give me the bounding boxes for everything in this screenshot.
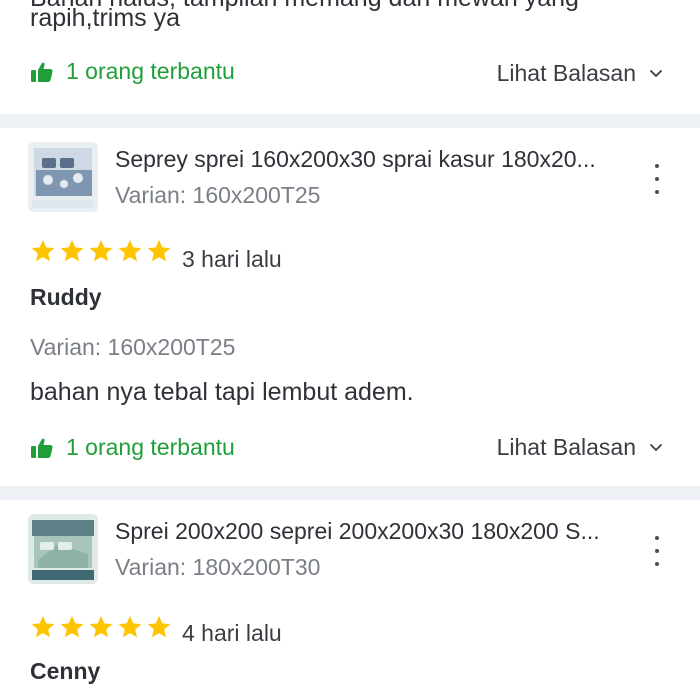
view-replies-button[interactable]: Lihat Balasan <box>497 60 664 87</box>
star-icon <box>89 239 113 262</box>
star-icon <box>60 239 84 262</box>
star-icon <box>147 239 171 262</box>
review-text: rapih,trims ya <box>30 4 181 32</box>
rating-stars <box>30 614 175 640</box>
kebab-menu-icon[interactable] <box>648 164 666 194</box>
star-icon <box>31 615 55 638</box>
section-divider <box>0 114 700 128</box>
kebab-menu-icon[interactable] <box>648 536 666 566</box>
star-icon <box>118 239 142 262</box>
product-title[interactable]: Sprei 200x200 seprei 200x200x30 180x200 … <box>115 518 600 545</box>
review-variant: Varian: 160x200T25 <box>30 334 236 360</box>
thumbs-up-icon <box>31 438 53 458</box>
helpful-button[interactable]: 1 orang terbantu <box>30 434 235 461</box>
chevron-down-icon <box>650 443 662 451</box>
review-time: 3 hari lalu <box>182 246 282 272</box>
product-thumbnail[interactable] <box>28 514 98 584</box>
rating-stars <box>30 238 175 264</box>
star-icon <box>89 615 113 638</box>
reviewer-name: Cenny <box>30 658 101 684</box>
review-card: Sprei 200x200 seprei 200x200x30 180x200 … <box>0 500 700 700</box>
helpful-label: 1 orang terbantu <box>66 58 235 84</box>
review-text: bahan nya tebal tapi lembut adem. <box>30 378 414 406</box>
star-icon <box>147 615 171 638</box>
view-replies-label: Lihat Balasan <box>496 434 636 460</box>
product-title[interactable]: Seprey sprei 160x200x30 sprai kasur 180x… <box>115 146 596 173</box>
star-icon <box>118 615 142 638</box>
reviewer-name: Ruddy <box>30 284 102 310</box>
chevron-down-icon <box>650 69 662 77</box>
product-thumbnail[interactable] <box>28 142 98 212</box>
view-replies-label: Lihat Balasan <box>496 60 636 86</box>
product-image <box>28 514 98 584</box>
view-replies-button[interactable]: Lihat Balasan <box>497 434 664 461</box>
helpful-button[interactable]: 1 orang terbantu <box>30 58 235 85</box>
review-card-previous: Bahan halus, tampilan memang dan mewah y… <box>0 0 700 114</box>
review-card: Seprey sprei 160x200x30 sprai kasur 180x… <box>0 128 700 486</box>
product-variant: Varian: 160x200T25 <box>115 182 321 208</box>
thumbs-up-icon <box>31 62 53 82</box>
product-image <box>28 142 98 212</box>
product-variant: Varian: 180x200T30 <box>115 554 321 580</box>
helpful-label: 1 orang terbantu <box>66 434 235 460</box>
star-icon <box>60 615 84 638</box>
section-divider <box>0 486 700 500</box>
review-time: 4 hari lalu <box>182 620 282 646</box>
star-icon <box>31 239 55 262</box>
